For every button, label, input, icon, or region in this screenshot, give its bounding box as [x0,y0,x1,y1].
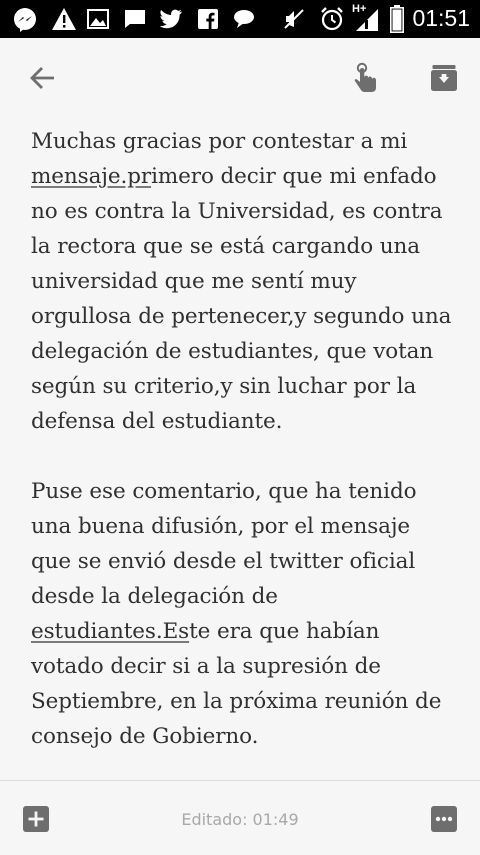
warning-icon [51,7,77,35]
messenger-icon [12,7,38,37]
reminder-button[interactable] [345,58,385,102]
mute-icon [282,7,306,35]
signal-icon [356,9,378,35]
facebook-icon [198,9,218,33]
bottom-bar: Editado: 01:49 [0,780,480,855]
back-button[interactable] [22,60,62,100]
note-paragraph: Puse ese comentario, que ha tenido una b… [31,474,456,754]
archive-icon [430,64,458,96]
twitter-icon [159,9,183,33]
clock: 01:51 [412,5,470,31]
note-text: Puse ese comentario, que ha tenido una b… [31,479,417,609]
app-bar [0,38,480,122]
message-icon [124,9,146,33]
alarm-icon [319,6,345,36]
edited-timestamp: Editado: 01:49 [181,810,299,829]
note-link[interactable]: estudiantes.Es [31,619,189,644]
note-text: imero decir que mi enfado no es contra l… [31,164,452,434]
note-link[interactable]: mensaje.pr [31,164,151,189]
note-body[interactable]: Muchas gracias por contestar a mi mensaj… [31,124,456,779]
more-horizontal-icon [430,806,458,837]
more-button[interactable] [430,805,458,833]
battery-icon [390,5,404,37]
touch-hand-icon [350,62,380,98]
arrow-left-icon [29,66,55,94]
archive-button[interactable] [424,60,464,100]
note-paragraph: Muchas gracias por contestar a mi mensaj… [31,124,456,439]
note-text: Muchas gracias por contestar a mi [31,129,408,154]
gallery-icon [87,9,109,33]
chat-icon [233,9,255,33]
status-bar: H+ 01:51 [0,0,480,38]
